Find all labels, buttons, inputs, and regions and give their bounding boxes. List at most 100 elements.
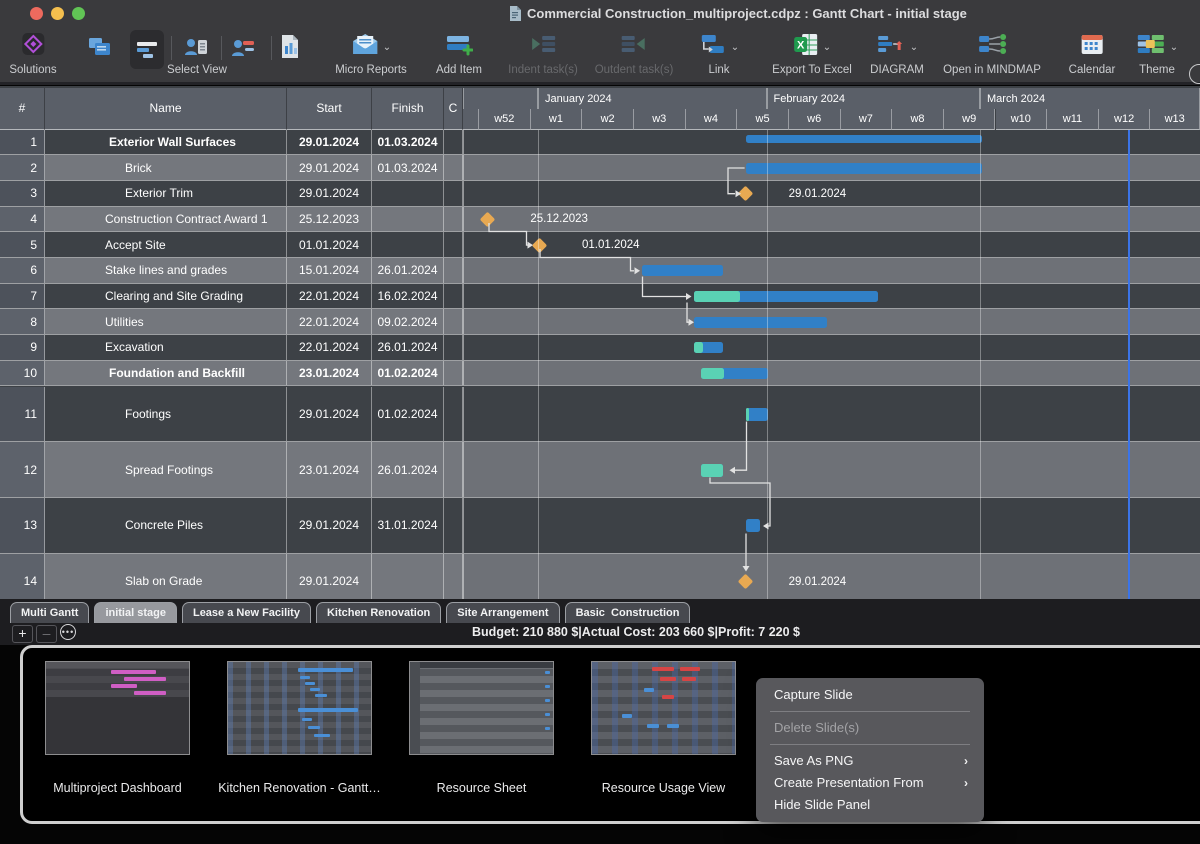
milestone-marker[interactable] — [738, 186, 754, 202]
slide-thumbnail[interactable] — [409, 661, 554, 755]
task-name-cell[interactable]: Brick — [45, 155, 287, 180]
task-name-cell[interactable]: Construction Contract Award 1 — [45, 207, 287, 232]
micro-reports-button[interactable]: ⌄Micro Reports — [335, 30, 407, 77]
task-finish-cell[interactable]: 26.01.2024 — [372, 442, 444, 497]
task-timeline-cell[interactable] — [463, 284, 1200, 309]
task-finish-cell[interactable]: 01.02.2024 — [372, 361, 444, 386]
task-finish-cell[interactable]: 01.02.2024 — [372, 387, 444, 442]
task-timeline-cell[interactable] — [463, 361, 1200, 386]
milestone-marker[interactable] — [480, 212, 496, 228]
task-timeline-cell[interactable] — [463, 309, 1200, 334]
task-finish-cell[interactable]: 26.01.2024 — [372, 258, 444, 283]
task-name-cell[interactable]: Concrete Piles — [45, 498, 287, 553]
task-row[interactable]: 3Exterior Trim29.01.202429.01.2024 — [0, 181, 1200, 207]
chevron-down-icon[interactable]: ⌄ — [823, 42, 831, 53]
task-timeline-cell[interactable] — [463, 155, 1200, 180]
task-start-cell[interactable]: 25.12.2023 — [287, 207, 372, 232]
task-start-cell[interactable]: 15.01.2024 — [287, 258, 372, 283]
zoom-button[interactable] — [72, 7, 85, 20]
task-timeline-cell[interactable]: 01.01.2024 — [463, 232, 1200, 257]
slide-thumbnail[interactable] — [591, 661, 736, 755]
task-row[interactable]: 14Slab on Grade29.01.202429.01.2024 — [0, 554, 1200, 599]
menu-item[interactable]: Capture Slide — [756, 684, 984, 706]
task-finish-cell[interactable]: 31.01.2024 — [372, 498, 444, 553]
task-row[interactable]: 7Clearing and Site Grading22.01.202416.0… — [0, 284, 1200, 310]
task-start-cell[interactable]: 29.01.2024 — [287, 554, 372, 599]
task-finish-cell[interactable] — [372, 181, 444, 206]
milestone-marker[interactable] — [531, 237, 547, 253]
gantt-bar[interactable] — [746, 163, 982, 174]
column-header[interactable]: Finish — [372, 88, 444, 130]
task-finish-cell[interactable]: 01.03.2024 — [372, 130, 444, 155]
task-name-cell[interactable]: Utilities — [45, 309, 287, 334]
task-row[interactable]: 13Concrete Piles29.01.202431.01.2024 — [0, 498, 1200, 554]
view-tab[interactable]: Kitchen Renovation — [316, 602, 441, 623]
task-name-cell[interactable]: Exterior Wall Surfaces — [45, 130, 287, 155]
task-start-cell[interactable]: 29.01.2024 — [287, 181, 372, 206]
task-start-cell[interactable]: 29.01.2024 — [287, 387, 372, 442]
minimize-button[interactable] — [51, 7, 64, 20]
task-name-cell[interactable]: Slab on Grade — [45, 554, 287, 599]
column-header[interactable]: Name — [45, 88, 287, 130]
task-start-cell[interactable]: 01.01.2024 — [287, 232, 372, 257]
add-tab-button[interactable]: + — [12, 625, 33, 643]
gantt-bar[interactable] — [642, 265, 723, 276]
gantt-bar[interactable] — [746, 135, 982, 143]
tab-options-icon[interactable]: ••• — [60, 624, 76, 640]
column-header[interactable]: C — [444, 88, 463, 130]
view-tab[interactable]: Multi Gantt — [10, 602, 89, 623]
task-finish-cell[interactable]: 16.02.2024 — [372, 284, 444, 309]
task-finish-cell[interactable]: 01.03.2024 — [372, 155, 444, 180]
task-finish-cell[interactable] — [372, 207, 444, 232]
task-finish-cell[interactable] — [372, 232, 444, 257]
chevron-down-icon[interactable]: ⌄ — [910, 42, 918, 53]
task-finish-cell[interactable] — [372, 554, 444, 599]
view-report-button[interactable] — [279, 30, 301, 63]
task-name-cell[interactable]: Clearing and Site Grading — [45, 284, 287, 309]
gantt-bar[interactable] — [694, 317, 827, 328]
task-row[interactable]: 9Excavation22.01.202426.01.2024 — [0, 335, 1200, 361]
column-header[interactable]: # — [0, 88, 45, 130]
task-row[interactable]: 8Utilities22.01.202409.02.2024 — [0, 309, 1200, 335]
view-resource-button[interactable] — [183, 30, 209, 63]
task-timeline-cell[interactable]: 29.01.2024 — [463, 181, 1200, 206]
task-name-cell[interactable]: Footings — [45, 387, 287, 442]
task-start-cell[interactable]: 23.01.2024 — [287, 442, 372, 497]
task-start-cell[interactable]: 22.01.2024 — [287, 335, 372, 360]
task-row[interactable]: 11Footings29.01.202401.02.2024 — [0, 387, 1200, 443]
task-name-cell[interactable]: Excavation — [45, 335, 287, 360]
add-item-button[interactable]: Add Item — [436, 30, 482, 77]
task-name-cell[interactable]: Stake lines and grades — [45, 258, 287, 283]
task-name-cell[interactable]: Spread Footings — [45, 442, 287, 497]
task-row[interactable]: 4Construction Contract Award 125.12.2023… — [0, 207, 1200, 233]
task-row[interactable]: 1Exterior Wall Surfaces29.01.202401.03.2… — [0, 130, 1200, 156]
task-timeline-cell[interactable] — [463, 498, 1200, 553]
task-timeline-cell[interactable] — [463, 335, 1200, 360]
link-button[interactable]: ⌄Link — [699, 30, 739, 77]
chevron-down-icon[interactable]: ⌄ — [1170, 42, 1178, 53]
task-timeline-cell[interactable]: 25.12.2023 — [463, 207, 1200, 232]
task-start-cell[interactable]: 22.01.2024 — [287, 309, 372, 334]
task-row[interactable]: 5Accept Site01.01.202401.01.2024 — [0, 232, 1200, 258]
task-row[interactable]: 6Stake lines and grades15.01.202426.01.2… — [0, 258, 1200, 284]
calendar-button[interactable]: Calendar — [1069, 30, 1116, 77]
task-name-cell[interactable]: Accept Site — [45, 232, 287, 257]
gantt-bar[interactable] — [746, 519, 761, 532]
chevron-down-icon[interactable]: ⌄ — [731, 42, 739, 53]
view-tab[interactable]: initial stage — [94, 602, 177, 623]
task-timeline-cell[interactable] — [463, 258, 1200, 283]
task-timeline-cell[interactable] — [463, 130, 1200, 155]
open-in-mindmap-button[interactable]: Open in MINDMAP — [943, 30, 1041, 77]
task-start-cell[interactable]: 29.01.2024 — [287, 130, 372, 155]
task-name-cell[interactable]: Exterior Trim — [45, 181, 287, 206]
task-name-cell[interactable]: Foundation and Backfill — [45, 361, 287, 386]
task-start-cell[interactable]: 22.01.2024 — [287, 284, 372, 309]
view-gantt-button[interactable] — [130, 30, 164, 69]
task-finish-cell[interactable]: 26.01.2024 — [372, 335, 444, 360]
solutions-button[interactable]: Solutions — [9, 30, 56, 77]
task-timeline-cell[interactable]: 29.01.2024 — [463, 554, 1200, 599]
theme-button[interactable]: ⌄Theme — [1136, 30, 1178, 77]
slide-thumbnail[interactable] — [227, 661, 372, 755]
export-to-excel-button[interactable]: X⌄Export To Excel — [772, 30, 852, 77]
task-row[interactable]: 2Brick29.01.202401.03.2024 — [0, 155, 1200, 181]
